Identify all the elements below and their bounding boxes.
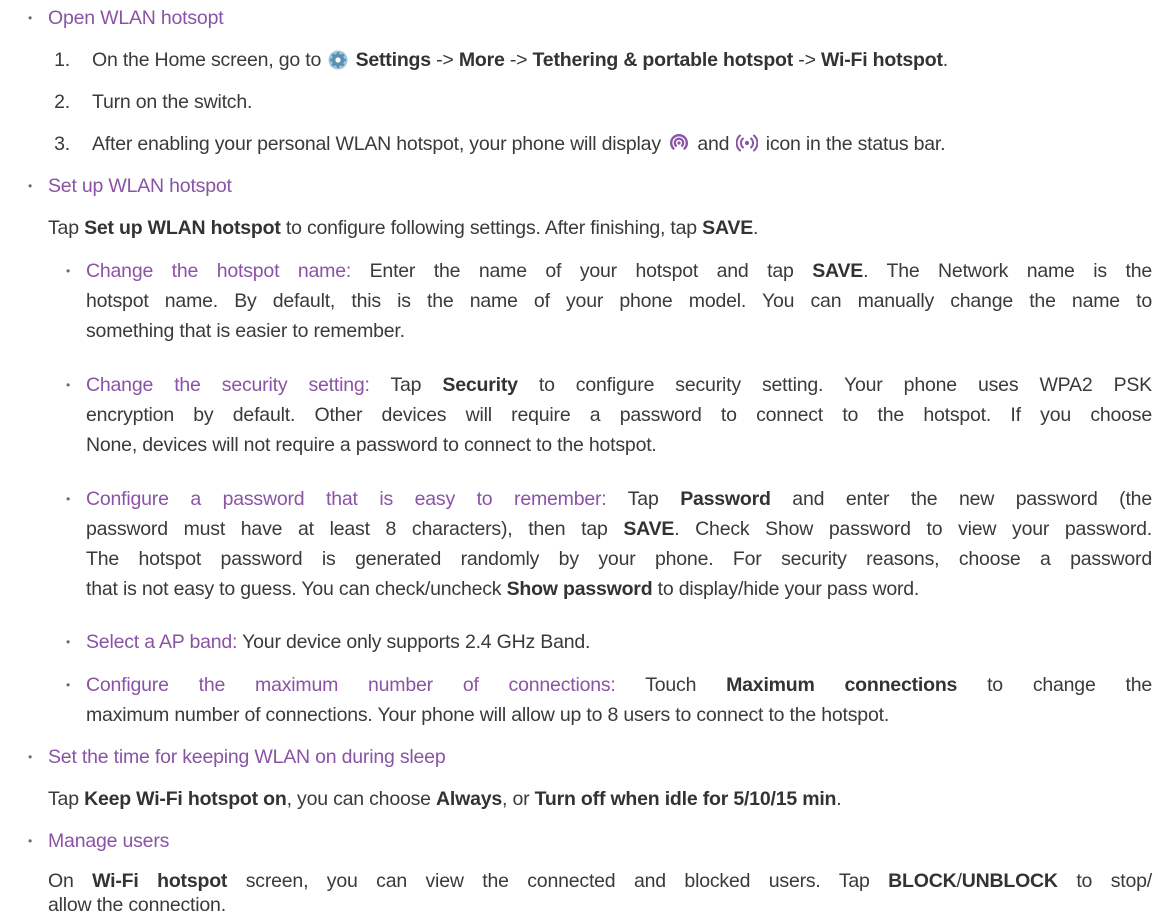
settings-label: Settings xyxy=(355,49,432,71)
step-text: After enabling your personal WLAN hotspo… xyxy=(92,129,946,159)
password-label: Password xyxy=(680,488,771,510)
more-label: More xyxy=(458,49,505,71)
text: On xyxy=(48,870,93,892)
text: password must have at least 8 characters… xyxy=(86,518,624,540)
bullet: • xyxy=(65,678,70,692)
wifi-hotspot-label: Wi-Fi hotspot xyxy=(820,49,943,71)
step-number: 3. xyxy=(54,133,70,155)
item-text: Configure a password that is easy to rem… xyxy=(86,484,1152,604)
tethering-label: Tethering & portable hotspot xyxy=(532,49,794,71)
max-connections-label: Maximum connections xyxy=(726,674,958,696)
step-text-pre: On the Home screen, go to xyxy=(92,49,322,71)
item-text: Configure the maximum number of connecti… xyxy=(86,670,1152,730)
bullet: • xyxy=(65,378,70,392)
arrow: -> xyxy=(504,49,533,71)
body-text: On Wi-Fi hotspot screen, you can view th… xyxy=(48,866,1152,896)
text: to display/hide your pass word. xyxy=(652,578,920,600)
text: Tap xyxy=(606,488,681,510)
step-number: 2. xyxy=(54,91,70,113)
text: and enter the new password (the xyxy=(770,488,1152,510)
text: that is not easy to guess. You can check… xyxy=(86,578,507,600)
step-text: On the Home screen, go to Settings -> Mo… xyxy=(92,45,948,75)
text: Tap xyxy=(369,374,443,396)
text: . Check Show password to view your passw… xyxy=(674,518,1152,540)
bullet: • xyxy=(27,834,32,848)
unblock-label: UNBLOCK xyxy=(961,870,1058,892)
text: . xyxy=(753,217,759,239)
save-label: SAVE xyxy=(702,217,754,239)
text: Touch xyxy=(615,674,727,696)
text: to configure following settings. After f… xyxy=(280,217,703,239)
manual-page: • Open WLAN hotsopt 1. On the Home scree… xyxy=(0,0,1158,917)
item-text: Change the hotspot name: Enter the name … xyxy=(86,256,1152,346)
item-line: None, devices will not require a passwor… xyxy=(86,434,657,456)
text: Your device only supports 2.4 GHz Band. xyxy=(237,631,591,653)
item-line: Configure the maximum number of connecti… xyxy=(86,670,1152,700)
step-number: 1. xyxy=(54,49,70,71)
intro-text: Tap Set up WLAN hotspot to configure fol… xyxy=(48,213,758,243)
item-line: password must have at least 8 characters… xyxy=(86,514,1152,544)
text: screen, you can view the connected and b… xyxy=(227,870,889,892)
step-text: Turn on the switch. xyxy=(92,91,253,113)
item-text: Select a AP band: Your device only suppo… xyxy=(86,627,590,657)
hotspot-icon xyxy=(670,133,689,150)
text: . The Network name is the xyxy=(863,260,1153,282)
bullet: • xyxy=(27,11,32,25)
setup-hotspot-label: Set up WLAN hotspot xyxy=(84,217,281,239)
text: Tap xyxy=(48,217,85,239)
text: to change the xyxy=(957,674,1152,696)
bullet: • xyxy=(65,492,70,506)
show-password-label: Show password xyxy=(506,578,653,600)
item-label: Configure a password that is easy to rem… xyxy=(86,488,607,510)
body-line: On Wi-Fi hotspot screen, you can view th… xyxy=(48,866,1152,896)
keep-hotspot-on-label: Keep Wi-Fi hotspot on xyxy=(84,788,287,810)
text: to stop/ xyxy=(1057,870,1152,892)
item-line: Configure a password that is easy to rem… xyxy=(86,484,1152,514)
item-label: Configure the maximum number of connecti… xyxy=(86,674,616,696)
section-heading: Set up WLAN hotspot xyxy=(48,175,232,197)
step-text-post: icon in the status bar. xyxy=(765,133,946,155)
bullet: • xyxy=(27,179,32,193)
text: Tap xyxy=(48,788,85,810)
text: , or xyxy=(502,788,535,810)
wifi-hotspot-label: Wi-Fi hotspot xyxy=(92,870,228,892)
save-label: SAVE xyxy=(623,518,675,540)
item-line: hotspot name. By default, this is the na… xyxy=(86,290,1152,312)
text: , you can choose xyxy=(286,788,437,810)
item-label: Change the security setting: xyxy=(86,374,370,396)
bullet: • xyxy=(65,635,70,649)
security-label: Security xyxy=(442,374,518,396)
period: . xyxy=(942,49,948,71)
item-text: Change the security setting: Tap Securit… xyxy=(86,370,1152,460)
item-line: Change the hotspot name: Enter the name … xyxy=(86,256,1152,286)
turn-off-idle-label: Turn off when idle for 5/10/15 min xyxy=(534,788,837,810)
item-label: Select a AP band: xyxy=(86,631,238,653)
item-line: maximum number of connections. Your phon… xyxy=(86,704,890,726)
section-heading: Manage users xyxy=(48,830,170,852)
item-line: something that is easier to remember. xyxy=(86,320,405,342)
arrow: -> xyxy=(793,49,821,71)
item-line: that is not easy to guess. You can check… xyxy=(86,574,1152,604)
text: . xyxy=(836,788,842,810)
section-heading: Set the time for keeping WLAN on during … xyxy=(48,746,446,768)
item-line: encryption by default. Other devices wil… xyxy=(86,404,1152,426)
settings-gear-icon xyxy=(328,50,348,70)
body-line: allow the connection. xyxy=(48,894,226,916)
bullet: • xyxy=(27,750,32,764)
block-label: BLOCK xyxy=(888,870,957,892)
item-label: Change the hotspot name: xyxy=(86,260,352,282)
step-text-mid: and xyxy=(697,133,730,155)
save-label: SAVE xyxy=(812,260,864,282)
step-text-pre: After enabling your personal WLAN hotspo… xyxy=(92,133,661,155)
arrow: -> xyxy=(430,49,459,71)
item-line: Change the security setting: Tap Securit… xyxy=(86,370,1152,400)
bullet: • xyxy=(65,264,70,278)
text: to configure security setting. Your phon… xyxy=(517,374,1152,396)
body-text: Tap Keep Wi-Fi hotspot on, you can choos… xyxy=(48,784,842,814)
text: Enter the name of your hotspot and tap xyxy=(351,260,813,282)
section-heading: Open WLAN hotsopt xyxy=(48,7,224,29)
always-label: Always xyxy=(436,788,503,810)
item-line: The hotspot password is generated random… xyxy=(86,548,1152,570)
wifi-broadcast-icon xyxy=(736,134,759,152)
